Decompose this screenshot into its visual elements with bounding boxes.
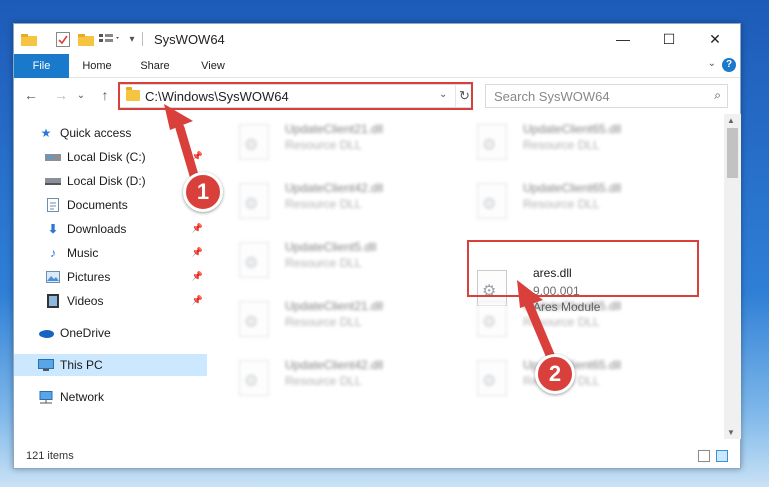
step-badge-1: 1: [183, 172, 223, 212]
arrow-1-head: [164, 104, 193, 130]
annotation-arrows: [164, 104, 558, 367]
arrow-2: [524, 300, 558, 367]
arrow-2-head: [517, 280, 543, 308]
step-badge-2: 2: [535, 354, 575, 394]
